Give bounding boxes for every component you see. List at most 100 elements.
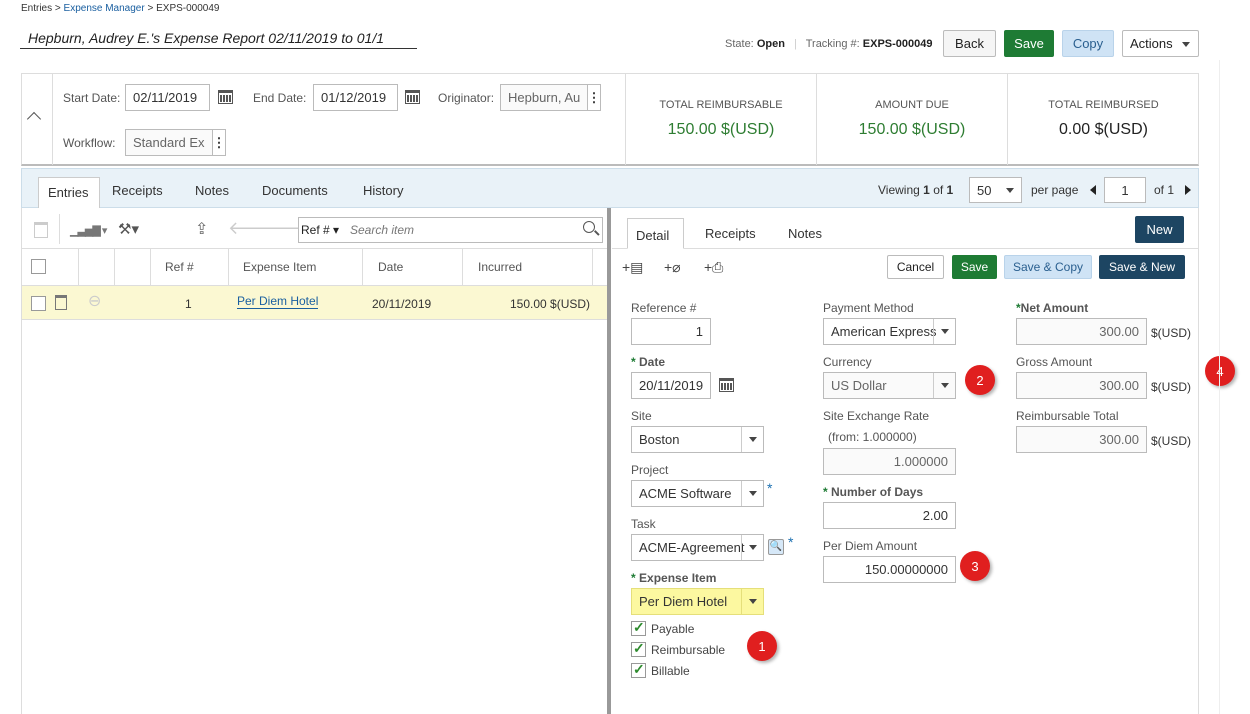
row-expense-item-link[interactable]: Per Diem Hotel [237,294,319,309]
ref-filter-dropdown[interactable]: Ref # ▾ [301,223,339,237]
trash-icon[interactable] [34,222,48,238]
tab-documents[interactable]: Documents [262,183,328,198]
date-input[interactable]: 20/11/2019 [631,372,711,399]
expense-item-select[interactable]: Per Diem Hotel [631,588,764,615]
ref-filter-label: Ref # [301,223,330,237]
originator-input[interactable]: Hepburn, Au [500,84,588,111]
page-title[interactable]: Hepburn, Audrey E.'s Expense Report 02/1… [20,30,417,49]
copy-button[interactable]: Copy [1062,30,1114,57]
annotation-badge-2: 2 [965,365,995,395]
reimbursable-checkbox[interactable] [631,640,646,657]
breadcrumb-current: EXPS-000049 [156,3,220,14]
calendar-icon[interactable] [719,378,734,392]
site-value: Boston [639,432,680,447]
start-date-input[interactable]: 02/11/2019 [125,84,210,111]
tab-notes[interactable]: Notes [195,183,229,198]
billable-label: Billable [651,664,690,678]
project-select[interactable]: ACME Software [631,480,764,507]
cancel-button[interactable]: Cancel [887,255,944,279]
reimbursable-total-input[interactable]: 300.00 [1016,426,1147,453]
chevron-down-icon [999,178,1021,202]
workflow-input[interactable]: Standard Ex [125,129,213,156]
add-attachment-icon[interactable]: +⌀ [664,259,681,276]
search-icon[interactable] [583,221,595,233]
gross-amount-label: Gross Amount [1016,355,1093,369]
total-label: TOTAL REIMBURSABLE [659,99,783,111]
chevron-down-icon [741,535,763,560]
calendar-icon[interactable] [218,90,233,104]
amount-due: AMOUNT DUE 150.00 $(USD) [817,99,1007,139]
days-input[interactable]: 2.00 [823,502,956,529]
calendar-icon[interactable] [405,90,420,104]
task-lookup-icon[interactable]: 🔍 [768,539,784,555]
end-date-label: End Date: [253,91,307,105]
save-new-button[interactable]: Save & New [1099,255,1185,279]
reimbursable-unit: $(USD) [1151,434,1192,448]
task-select[interactable]: ACME-Agreement [631,534,764,561]
page-size-select[interactable]: 50 [969,177,1022,203]
project-required-mark: * [767,480,773,496]
reference-input[interactable]: 1 [631,318,711,345]
detail-save-button[interactable]: Save [952,255,997,279]
chevron-down-icon [1182,42,1190,47]
breadcrumb-root[interactable]: Entries [21,3,52,14]
next-page-icon[interactable] [1185,185,1191,195]
save-copy-button[interactable]: Save & Copy [1004,255,1092,279]
total-value: 0.00 $(USD) [1059,121,1148,138]
pager-total: 1 [946,183,954,197]
trash-icon[interactable] [55,295,67,310]
per-diem-input[interactable]: 150.00000000 [823,556,956,583]
export-icon[interactable]: ⇪ [195,219,208,239]
site-label: Site [631,409,652,423]
tools-icon[interactable]: ⚒▾ [118,220,139,238]
chevron-down-icon [741,427,763,452]
total-value: 150.00 $(USD) [858,121,966,138]
payable-checkbox[interactable] [631,619,646,636]
originator-more-icon[interactable]: ⋮ [587,84,601,111]
add-note-icon[interactable]: +▤ [622,259,643,276]
per-diem-label: Per Diem Amount [823,539,918,553]
column-header-date[interactable]: Date [378,260,403,274]
tab-detail-receipts[interactable]: Receipts [705,226,756,241]
exchange-from: (from: 1.000000) [828,430,917,444]
project-label: Project [631,463,669,477]
add-receipt-icon[interactable]: +⎙ [704,259,723,276]
chart-icon[interactable]: ▁▃▅▇ ▾ [70,224,107,237]
payment-method-label: Payment Method [823,301,914,315]
net-amount-input[interactable]: 300.00 [1016,318,1147,345]
save-button[interactable]: Save [1004,30,1054,57]
column-header-ref[interactable]: Ref # [165,260,194,274]
back-button[interactable]: Back [943,30,996,57]
column-header-expense-item[interactable]: Expense Item [243,260,316,274]
page-input[interactable]: 1 [1104,177,1146,203]
gross-amount-input[interactable]: 300.00 [1016,372,1147,399]
search-input[interactable]: Search item [350,223,414,237]
pager-of: of [933,183,944,197]
workflow-more-icon[interactable]: ⋮ [212,129,226,156]
select-all-checkbox[interactable] [31,259,46,274]
breadcrumb: Entries > Expense Manager > EXPS-000049 [21,3,220,14]
end-date-input[interactable]: 01/12/2019 [313,84,398,111]
prev-page-icon[interactable] [1090,185,1096,195]
new-button[interactable]: New [1135,216,1184,243]
column-header-incurred[interactable]: Incurred [478,260,522,274]
annotation-badge-4: 4 [1205,356,1235,386]
row-checkbox[interactable] [31,296,46,311]
tab-receipts[interactable]: Receipts [112,183,163,198]
billable-checkbox[interactable] [631,661,646,678]
project-value: ACME Software [639,486,732,501]
breadcrumb-link[interactable]: Expense Manager [64,3,145,14]
breadcrumb-separator: > [147,3,154,14]
exchange-rate-input[interactable]: 1.000000 [823,448,956,475]
tab-history[interactable]: History [363,183,403,198]
total-value: 150.00 $(USD) [667,121,775,138]
actions-dropdown[interactable]: Actions [1122,30,1199,57]
row-date: 20/11/2019 [372,297,432,311]
currency-select[interactable]: US Dollar [823,372,956,399]
page-size-value: 50 [977,182,992,198]
tab-detail-notes[interactable]: Notes [788,226,822,241]
search-box [298,217,603,243]
payment-method-select[interactable]: American Express [823,318,956,345]
site-select[interactable]: Boston [631,426,764,453]
date-label-text: Date [639,355,666,369]
